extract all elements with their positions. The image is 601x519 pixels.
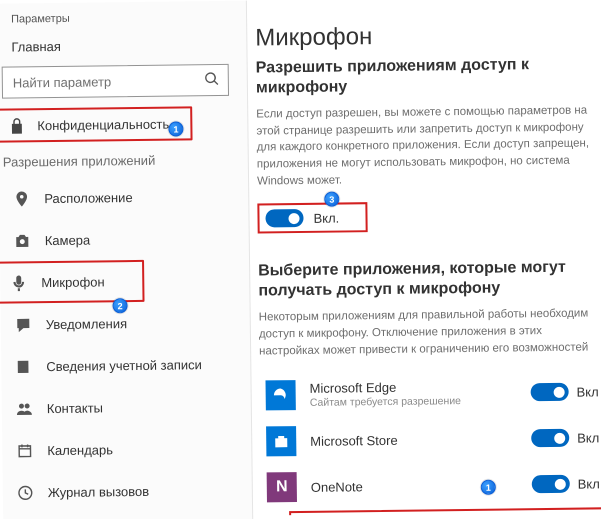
- microphone-icon: [10, 274, 27, 291]
- sidebar-item-contacts[interactable]: Контакты: [2, 385, 237, 430]
- app-toggle-onenote[interactable]: [532, 475, 570, 493]
- allow-apps-description: Если доступ разрешен, вы можете с помощь…: [256, 102, 594, 189]
- sidebar-item-label: Журнал вызовов: [48, 483, 149, 499]
- sidebar-item-account-info[interactable]: Сведения учетной записи: [1, 343, 236, 388]
- sidebar-item-label: Сведения учетной записи: [46, 357, 202, 374]
- app-row-onenote: N OneNote Вкл: [261, 462, 601, 510]
- location-icon: [13, 190, 30, 207]
- category-privacy[interactable]: Конфиденциальность: [0, 106, 193, 142]
- search-wrap: [2, 64, 229, 99]
- app-row-edge: Microsoft Edge Сайтам требуется разрешен…: [259, 370, 601, 418]
- annotation-marker-2: 2: [112, 298, 127, 313]
- contacts-icon: [16, 400, 33, 417]
- page-title: Микрофон: [255, 20, 598, 52]
- sidebar-item-label: Камера: [45, 232, 91, 248]
- annotation-marker-3: 3: [324, 192, 339, 207]
- search-input[interactable]: [2, 64, 229, 99]
- search-icon: [204, 71, 220, 87]
- master-toggle-label: Вкл.: [313, 210, 339, 225]
- sidebar-item-label: Контакты: [47, 400, 103, 416]
- master-toggle-row: Вкл.: [257, 203, 367, 234]
- permissions-list: Расположение Камера Микрофон Уведомления…: [0, 175, 238, 514]
- clock-icon: [17, 484, 34, 501]
- sidebar-item-call-history[interactable]: Журнал вызовов: [3, 469, 238, 514]
- sidebar-item-microphone[interactable]: Микрофон: [0, 260, 145, 304]
- annotation-marker-1: 1: [168, 121, 183, 136]
- choose-apps-description: Некоторым приложениям для правильной раб…: [259, 306, 597, 360]
- app-toggle-edge[interactable]: [530, 383, 568, 401]
- annotation-marker-1b: 1: [481, 480, 496, 495]
- section-label: Разрешения приложений: [3, 152, 234, 170]
- bell-icon: [15, 316, 32, 333]
- sidebar-item-camera[interactable]: Камера: [0, 217, 235, 262]
- app-sub: Сайтам требуется разрешение: [310, 394, 517, 409]
- camera-icon: [14, 232, 31, 249]
- toggle-state: Вкл: [577, 430, 599, 445]
- toggle-state: Вкл: [578, 476, 600, 491]
- sidebar-item-location[interactable]: Расположение: [0, 175, 234, 220]
- window-title: Параметры: [11, 11, 232, 26]
- sidebar-item-label: Календарь: [47, 442, 113, 458]
- account-icon: [15, 358, 32, 375]
- settings-content: Микрофон Разрешить приложениям доступ к …: [247, 0, 601, 516]
- allow-apps-heading: Разрешить приложениям доступ к микрофону: [256, 54, 599, 98]
- app-name: Microsoft Store: [310, 431, 517, 449]
- sidebar-item-label: Микрофон: [41, 274, 105, 290]
- toggle-state: Вкл: [576, 384, 598, 399]
- lock-icon: [8, 117, 25, 134]
- category-label: Конфиденциальность: [37, 116, 169, 133]
- sidebar-item-label: Расположение: [44, 190, 133, 206]
- calendar-icon: [16, 442, 33, 459]
- choose-apps-heading: Выберите приложения, которые могут получ…: [258, 258, 601, 302]
- master-toggle[interactable]: [265, 209, 303, 227]
- app-toggle-store[interactable]: [531, 429, 569, 447]
- sidebar-item-calendar[interactable]: Календарь: [2, 427, 237, 472]
- home-link[interactable]: Главная: [11, 37, 232, 55]
- app-row-store: Microsoft Store Вкл: [260, 416, 601, 464]
- edge-icon: [266, 380, 296, 410]
- settings-sidebar: Параметры Главная Конфиденциальность Раз…: [0, 1, 253, 519]
- sidebar-item-label: Уведомления: [46, 316, 127, 332]
- onenote-icon: N: [267, 472, 297, 502]
- app-list: Microsoft Edge Сайтам требуется разрешен…: [259, 370, 601, 516]
- store-icon: [266, 426, 296, 456]
